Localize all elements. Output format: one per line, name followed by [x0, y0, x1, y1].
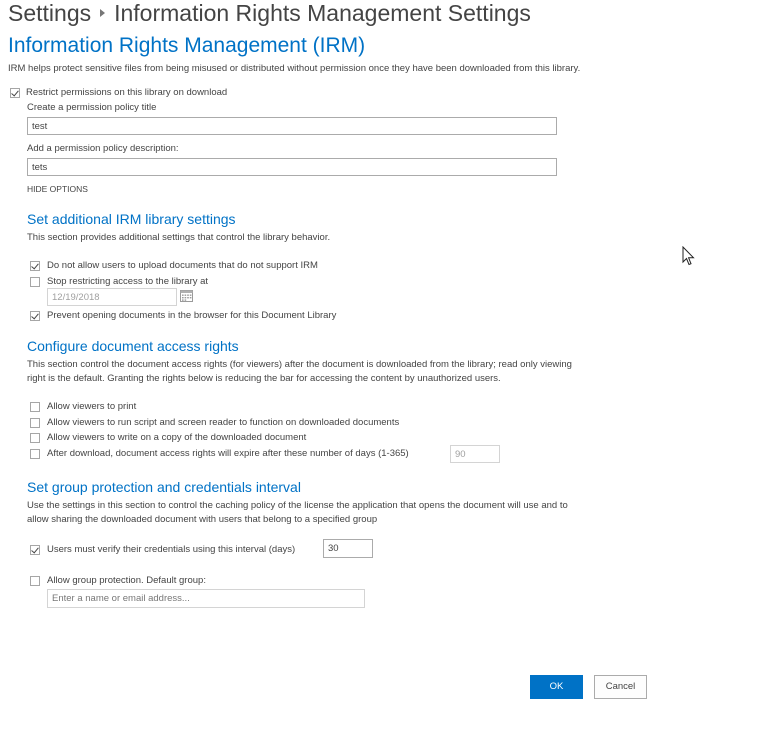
breadcrumb-current: Information Rights Management Settings [114, 0, 531, 26]
stop-restricting-row: Stop restricting access to the library a… [30, 276, 208, 287]
group-protection-description-line1: Use the settings in this section to cont… [27, 500, 568, 511]
expire-rights-checkbox[interactable] [30, 448, 40, 459]
restrict-permissions-checkbox[interactable] [10, 87, 20, 98]
page-intro: IRM helps protect sensitive files from b… [8, 63, 581, 74]
stop-restricting-checkbox[interactable] [30, 276, 40, 287]
allow-script-label: Allow viewers to run script and screen r… [47, 417, 400, 428]
group-protection-heading: Set group protection and credentials int… [27, 479, 301, 495]
restrict-permissions-label: Restrict permissions on this library on … [26, 87, 228, 98]
upload-restriction-checkbox[interactable] [30, 260, 40, 271]
prevent-browser-label: Prevent opening documents in the browser… [47, 310, 337, 321]
policy-title-input[interactable] [27, 117, 557, 135]
prevent-browser-checkbox[interactable] [30, 310, 40, 321]
allow-print-checkbox[interactable] [30, 401, 40, 412]
prevent-browser-row: Prevent opening documents in the browser… [30, 310, 336, 321]
verify-days-input[interactable] [323, 539, 373, 558]
breadcrumb: Settings Information Rights Management Se… [8, 0, 531, 27]
group-protection-label: Allow group protection. Default group: [47, 575, 206, 586]
allow-script-checkbox[interactable] [30, 417, 40, 428]
upload-restriction-row: Do not allow users to upload documents t… [30, 260, 318, 271]
allow-write-checkbox[interactable] [30, 432, 40, 443]
cancel-button[interactable]: Cancel [594, 675, 647, 699]
group-protection-row: Allow group protection. Default group: [30, 575, 206, 586]
upload-restriction-label: Do not allow users to upload documents t… [47, 260, 318, 271]
library-settings-heading: Set additional IRM library settings [27, 211, 236, 227]
allow-write-row: Allow viewers to write on a copy of the … [30, 432, 306, 443]
breadcrumb-arrow-icon [100, 9, 106, 17]
stop-restricting-label: Stop restricting access to the library a… [47, 276, 209, 287]
allow-script-row: Allow viewers to run script and screen r… [30, 417, 399, 428]
verify-credentials-checkbox[interactable] [30, 544, 40, 555]
allow-print-label: Allow viewers to print [47, 401, 137, 412]
access-rights-description-line1: This section control the document access… [27, 359, 572, 370]
calendar-icon[interactable] [180, 290, 193, 302]
library-settings-description: This section provides additional setting… [27, 232, 331, 243]
stop-date-input[interactable] [47, 288, 177, 306]
access-rights-heading: Configure document access rights [27, 338, 239, 354]
policy-description-input[interactable] [27, 158, 557, 176]
policy-title-label: Create a permission policy title [27, 102, 157, 113]
page-title: Information Rights Management (IRM) [8, 34, 366, 57]
expire-rights-label: After download, document access rights w… [47, 448, 409, 459]
ok-button[interactable]: OK [530, 675, 583, 699]
expire-days-input[interactable] [450, 445, 500, 463]
expire-rights-row: After download, document access rights w… [30, 448, 409, 459]
hide-options-link[interactable]: HIDE OPTIONS [27, 184, 88, 194]
default-group-input[interactable] [47, 589, 365, 608]
breadcrumb-root[interactable]: Settings [8, 0, 91, 26]
allow-write-label: Allow viewers to write on a copy of the … [47, 432, 307, 443]
policy-description-label: Add a permission policy description: [27, 143, 179, 154]
restrict-permissions-row: Restrict permissions on this library on … [10, 87, 227, 98]
verify-credentials-label: Users must verify their credentials usin… [47, 544, 296, 555]
group-protection-checkbox[interactable] [30, 575, 40, 586]
group-protection-description-line2: allow sharing the downloaded document wi… [27, 514, 378, 525]
mouse-cursor-icon [682, 246, 695, 266]
allow-print-row: Allow viewers to print [30, 401, 136, 412]
access-rights-description-line2: right is the default. Granting the right… [27, 373, 501, 384]
verify-credentials-row: Users must verify their credentials usin… [30, 544, 295, 555]
